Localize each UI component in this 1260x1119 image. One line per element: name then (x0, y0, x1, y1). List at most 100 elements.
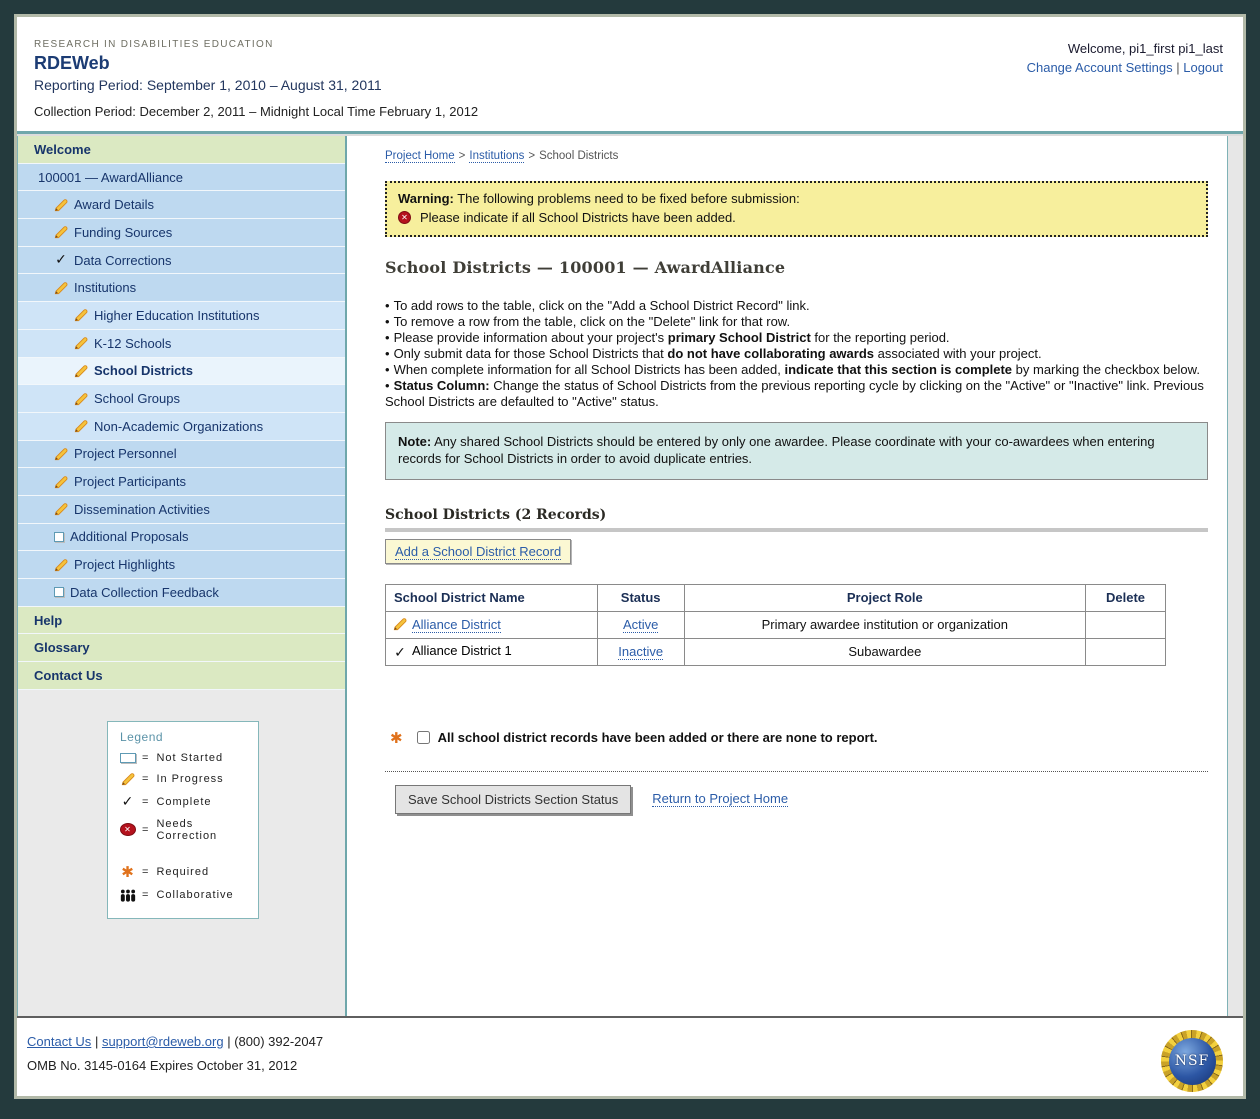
add-school-district-link[interactable]: Add a School District Record (395, 544, 561, 560)
legend-items: =Not Started=In Progress✓=Complete✕=Need… (120, 752, 250, 902)
sidebar-item-label: Contact Us (34, 668, 103, 683)
error-icon: ✕ (398, 211, 411, 224)
breadcrumb-current: School Districts (539, 150, 618, 162)
nsf-logo-text: NSF (1169, 1038, 1216, 1085)
column-header: School District Name (386, 584, 598, 611)
legend-item: =Collaborative (120, 889, 250, 902)
error-icon: ✕ (120, 823, 136, 836)
checkbox-icon (54, 532, 64, 542)
sidebar-item-welcome[interactable]: Welcome (18, 136, 345, 164)
sidebar-item-label: Data Collection Feedback (70, 585, 219, 600)
legend-item-label: Collaborative (156, 889, 233, 901)
table-row: ✓Alliance District 1 Inactive Subawardee (386, 638, 1166, 665)
sidebar-item-contact-us[interactable]: Contact Us (18, 662, 345, 690)
sidebar-item-label: Award Details (74, 197, 154, 212)
warning-text: The following problems need to be fixed … (454, 191, 800, 206)
reporting-period: Reporting Period: September 1, 2010 – Au… (34, 77, 478, 93)
sidebar-item-award-100001[interactable]: 100001 — AwardAlliance (18, 164, 345, 192)
warning-box: Warning: The following problems need to … (385, 181, 1208, 237)
pencil-icon (74, 364, 88, 378)
sidebar-item-label: K-12 Schools (94, 336, 171, 351)
column-header: Project Role (684, 584, 1085, 611)
sidebar-item-project-participants[interactable]: Project Participants (18, 468, 345, 496)
pencil-icon (54, 225, 68, 239)
delete-cell (1086, 611, 1166, 638)
legend-box: Legend =Not Started=In Progress✓=Complet… (107, 721, 259, 919)
sidebar-item-funding-sources[interactable]: Funding Sources (18, 219, 345, 247)
sidebar-item-school-districts[interactable]: School Districts (18, 358, 345, 386)
breadcrumb: Project Home>Institutions>School Distric… (385, 150, 1212, 162)
legend-item: =In Progress (120, 772, 250, 786)
logout-link[interactable]: Logout (1183, 60, 1223, 75)
sidebar-item-k-12-schools[interactable]: K-12 Schools (18, 330, 345, 358)
add-school-district-button[interactable]: Add a School District Record (385, 539, 571, 564)
records-section-title: School Districts (2 Records) (385, 507, 1212, 523)
return-to-project-home-link[interactable]: Return to Project Home (652, 791, 788, 807)
org-name: RESEARCH IN DISABILITIES EDUCATION (34, 39, 478, 50)
sidebar-item-higher-education-institutions[interactable]: Higher Education Institutions (18, 302, 345, 330)
footer-text: Contact Us | support@rdeweb.org | (800) … (27, 1034, 323, 1073)
header-left: RESEARCH IN DISABILITIES EDUCATION RDEWe… (34, 39, 478, 119)
pencil-icon (74, 392, 88, 406)
sidebar-item-non-academic-organizations[interactable]: Non-Academic Organizations (18, 413, 345, 441)
sidebar-item-glossary[interactable]: Glossary (18, 634, 345, 662)
status-link[interactable]: Inactive (618, 644, 663, 660)
sidebar-item-data-corrections[interactable]: ✓ Data Corrections (18, 247, 345, 275)
sidebar-item-label: Institutions (74, 280, 136, 295)
column-header: Delete (1086, 584, 1166, 611)
header: RESEARCH IN DISABILITIES EDUCATION RDEWe… (17, 17, 1243, 131)
sidebar-item-project-personnel[interactable]: Project Personnel (18, 441, 345, 469)
check-icon: ✓ (54, 252, 68, 268)
footer-email-link[interactable]: support@rdeweb.org (102, 1034, 224, 1049)
check-icon: ✓ (120, 794, 136, 810)
table-header-row: School District NameStatusProject RoleDe… (386, 584, 1166, 611)
instruction-bullet: •To add rows to the table, click on the … (385, 298, 1208, 314)
table-body: Alliance District Active Primary awardee… (386, 611, 1166, 665)
sidebar-item-label: Funding Sources (74, 225, 172, 240)
instruction-bullet: •Only submit data for those School Distr… (385, 346, 1208, 362)
note-box: Note: Any shared School Districts should… (385, 422, 1208, 480)
all-records-added-checkbox[interactable] (417, 731, 430, 744)
sidebar-item-additional-proposals[interactable]: Additional Proposals (18, 524, 345, 552)
sidebar-item-school-groups[interactable]: School Groups (18, 385, 345, 413)
pencil-icon (54, 502, 68, 516)
page: RESEARCH IN DISABILITIES EDUCATION RDEWe… (14, 14, 1246, 1099)
confirm-row: ✱ All school district records have been … (385, 729, 1212, 747)
legend-title: Legend (120, 730, 250, 744)
legend-item-label: Not Started (156, 752, 223, 764)
sidebar-item-institutions[interactable]: Institutions (18, 274, 345, 302)
footer-phone: (800) 392-2047 (234, 1034, 323, 1049)
district-name-link[interactable]: Alliance District (412, 617, 501, 633)
legend-item: ✓=Complete (120, 794, 250, 810)
sidebar-item-help[interactable]: Help (18, 607, 345, 635)
legend-item-label: Complete (156, 796, 211, 808)
save-section-status-button[interactable]: Save School Districts Section Status (395, 785, 631, 814)
pencil-icon (54, 198, 68, 212)
breadcrumb-link[interactable]: Project Home (385, 150, 455, 163)
footer-contact-link[interactable]: Contact Us (27, 1034, 91, 1049)
header-link-divider: | (1176, 60, 1179, 75)
sidebar-item-label: Glossary (34, 640, 90, 655)
dotted-divider (385, 771, 1208, 772)
main-content: Project Home>Institutions>School Distric… (347, 136, 1227, 1016)
pencil-icon (74, 419, 88, 433)
status-link[interactable]: Active (623, 617, 658, 633)
table-row: Alliance District Active Primary awardee… (386, 611, 1166, 638)
collection-period: Collection Period: December 2, 2011 – Mi… (34, 104, 478, 119)
section-rule (385, 528, 1208, 532)
sidebar-item-project-highlights[interactable]: Project Highlights (18, 551, 345, 579)
warning-title: Warning: (398, 191, 454, 206)
check-icon: ✓ (393, 645, 407, 661)
warning-error-line: ✕Please indicate if all School Districts… (398, 210, 1195, 225)
sidebar-item-dissemination-activities[interactable]: Dissemination Activities (18, 496, 345, 524)
sidebar-item-award-details[interactable]: Award Details (18, 191, 345, 219)
people-icon (120, 889, 136, 902)
app-title: RDEWeb (34, 53, 478, 74)
change-account-settings-link[interactable]: Change Account Settings (1027, 60, 1173, 75)
pencil-icon (120, 772, 136, 786)
breadcrumb-link[interactable]: Institutions (469, 150, 524, 163)
required-icon: ✱ (120, 863, 136, 881)
sidebar-item-label: Data Corrections (74, 253, 172, 268)
pencil-icon (74, 336, 88, 350)
sidebar-item-data-collection-feedback[interactable]: Data Collection Feedback (18, 579, 345, 607)
